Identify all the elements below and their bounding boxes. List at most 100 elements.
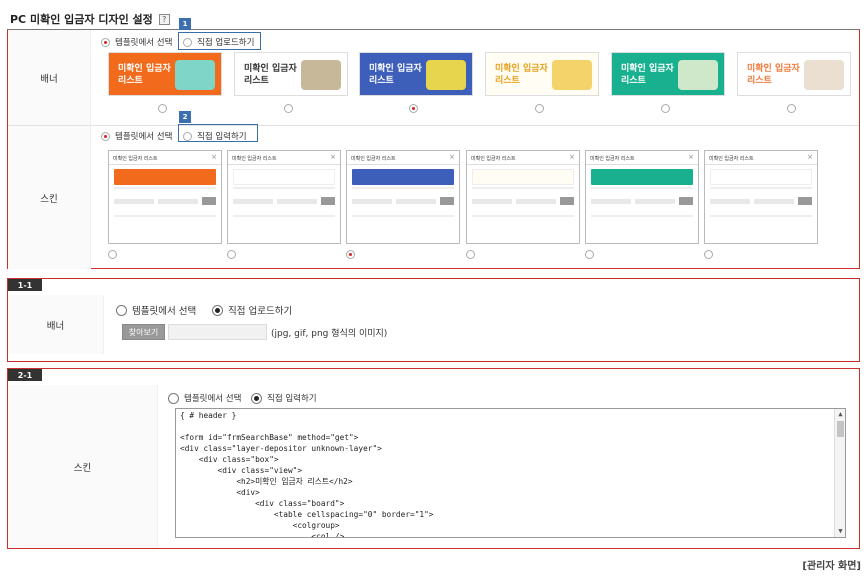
skin-preview-line: [233, 187, 335, 189]
skin-preview-field: [710, 198, 750, 204]
skin-preview-line: [114, 187, 216, 189]
callout-badge-1: 1: [179, 18, 191, 30]
skin-select-radio[interactable]: [466, 250, 475, 259]
scroll-down-icon[interactable]: ▼: [835, 526, 845, 537]
banner-select-radio[interactable]: [661, 104, 670, 113]
skin-preview-line: [472, 187, 574, 189]
skin-template-6[interactable]: 미확인 입금자 리스트 ×: [704, 150, 818, 244]
skin-template-3[interactable]: 미확인 입금자 리스트 ×: [346, 150, 460, 244]
banner-illustration: [678, 60, 718, 90]
caption: [관리자 화면]: [802, 561, 861, 572]
banner-select-radio[interactable]: [535, 104, 544, 113]
skin-preview-banner: [472, 169, 574, 185]
skin-preview-field: [396, 198, 436, 204]
skin-preview-field: [352, 198, 392, 204]
skin-select-radio[interactable]: [227, 250, 236, 259]
banner-option-template[interactable]: 템플릿에서 선택: [116, 303, 196, 317]
banner-illustration: [426, 60, 466, 90]
skin-preview-header: 미확인 입금자 리스트 ×: [586, 151, 698, 165]
skin-preview-header: 미확인 입금자 리스트 ×: [347, 151, 459, 165]
skin-preview-search: [352, 197, 454, 205]
radio-button[interactable]: [101, 131, 110, 141]
file-format-hint: (jpg, gif, png 형식의 이미지): [271, 329, 388, 339]
banner-select-radio[interactable]: [409, 104, 418, 113]
banner-select-radio[interactable]: [158, 104, 167, 113]
skin-preview-line: [352, 187, 454, 189]
skin-preview-button: [202, 197, 216, 205]
callout-box-2: [178, 124, 258, 142]
close-icon: ×: [688, 153, 694, 161]
skin-option-template[interactable]: 템플릿에서 선택: [101, 130, 172, 142]
skin-preview-table-row: [233, 215, 335, 217]
skin-row-label: 스킨: [8, 126, 91, 269]
banner-template-6[interactable]: 미확인 입금자 리스트: [737, 52, 851, 96]
skin-preview-banner: [352, 169, 454, 185]
skin-preview-button: [798, 197, 812, 205]
banner-template-3[interactable]: 미확인 입금자 리스트: [359, 52, 473, 96]
radio-button[interactable]: [116, 304, 127, 316]
skin-code-textarea[interactable]: { # header } <form id="frmSearchBase" me…: [175, 408, 846, 538]
close-icon: ×: [807, 153, 813, 161]
banner-template-5[interactable]: 미확인 입금자 리스트: [611, 52, 725, 96]
row-divider: [8, 125, 859, 126]
skin-preview-title: 미확인 입금자 리스트: [232, 156, 277, 162]
skin-preview-table-row: [710, 215, 812, 217]
skin-template-2[interactable]: 미확인 입금자 리스트 ×: [227, 150, 341, 244]
browse-button[interactable]: 찾아보기: [122, 324, 165, 340]
skin-preview-field: [472, 198, 512, 204]
skin-select-radio[interactable]: [704, 250, 713, 259]
help-icon[interactable]: ?: [158, 13, 170, 25]
file-path-input[interactable]: [168, 324, 267, 340]
radio-button[interactable]: [168, 392, 179, 404]
skin-template-5[interactable]: 미확인 입금자 리스트 ×: [585, 150, 699, 244]
banner-illustration: [552, 60, 592, 90]
skin-preview-field: [635, 198, 675, 204]
skin-preview-field: [158, 198, 198, 204]
skin-preview-title: 미확인 입금자 리스트: [113, 156, 158, 162]
design-settings-panel: 배너 스킨 템플릿에서 선택 직접 업로드하기 1 미확인 입금자 리스트 미확인 …: [7, 18, 860, 269]
skin-code: { # header } <form id="frmSearchBase" me…: [180, 411, 434, 538]
banner-illustration: [804, 60, 844, 90]
scroll-thumb[interactable]: [837, 421, 844, 437]
scrollbar[interactable]: ▲ ▼: [834, 409, 845, 537]
skin-preview-search: [591, 197, 693, 205]
skin-preview-title: 미확인 입금자 리스트: [471, 156, 516, 162]
skin-option-input[interactable]: 직접 입력하기: [251, 392, 317, 404]
banner-illustration: [301, 60, 341, 90]
section-tag: 2-1: [8, 369, 42, 381]
radio-button[interactable]: [212, 304, 223, 316]
skin-select-radio[interactable]: [346, 250, 355, 259]
banner-label: 배너: [8, 295, 104, 354]
page-title: PC 미확인 입금자 디자인 설정: [10, 13, 153, 26]
skin-input-panel: 2-1 스킨 템플릿에서 선택 직접 입력하기 { # header } <fo…: [7, 368, 860, 549]
banner-option-template[interactable]: 템플릿에서 선택: [101, 36, 172, 48]
close-icon: ×: [569, 153, 575, 161]
banner-select-radio[interactable]: [284, 104, 293, 113]
banner-template-2[interactable]: 미확인 입금자 리스트: [234, 52, 348, 96]
banner-row-label: 배너: [8, 30, 91, 125]
banner-option-upload[interactable]: 직접 업로드하기: [212, 303, 292, 317]
banner-template-4[interactable]: 미확인 입금자 리스트: [485, 52, 599, 96]
skin-template-1[interactable]: 미확인 입금자 리스트 ×: [108, 150, 222, 244]
scroll-up-icon[interactable]: ▲: [835, 409, 845, 420]
banner-template-1[interactable]: 미확인 입금자 리스트: [108, 52, 222, 96]
skin-preview-table-row: [352, 215, 454, 217]
radio-button[interactable]: [101, 37, 110, 47]
skin-preview-title: 미확인 입금자 리스트: [351, 156, 396, 162]
skin-preview-search: [472, 197, 574, 205]
skin-preview-table-row: [114, 215, 216, 217]
skin-preview-line: [591, 187, 693, 189]
skin-preview-banner: [710, 169, 812, 185]
skin-preview-banner: [233, 169, 335, 185]
skin-option-template[interactable]: 템플릿에서 선택: [168, 392, 241, 404]
radio-button[interactable]: [251, 392, 262, 404]
skin-select-radio[interactable]: [585, 250, 594, 259]
banner-select-radio[interactable]: [787, 104, 796, 113]
skin-select-radio[interactable]: [108, 250, 117, 259]
close-icon: ×: [211, 153, 217, 161]
skin-preview-button: [679, 197, 693, 205]
skin-preview-search: [233, 197, 335, 205]
skin-template-4[interactable]: 미확인 입금자 리스트 ×: [466, 150, 580, 244]
skin-preview-banner: [114, 169, 216, 185]
skin-label: 스킨: [8, 385, 158, 548]
